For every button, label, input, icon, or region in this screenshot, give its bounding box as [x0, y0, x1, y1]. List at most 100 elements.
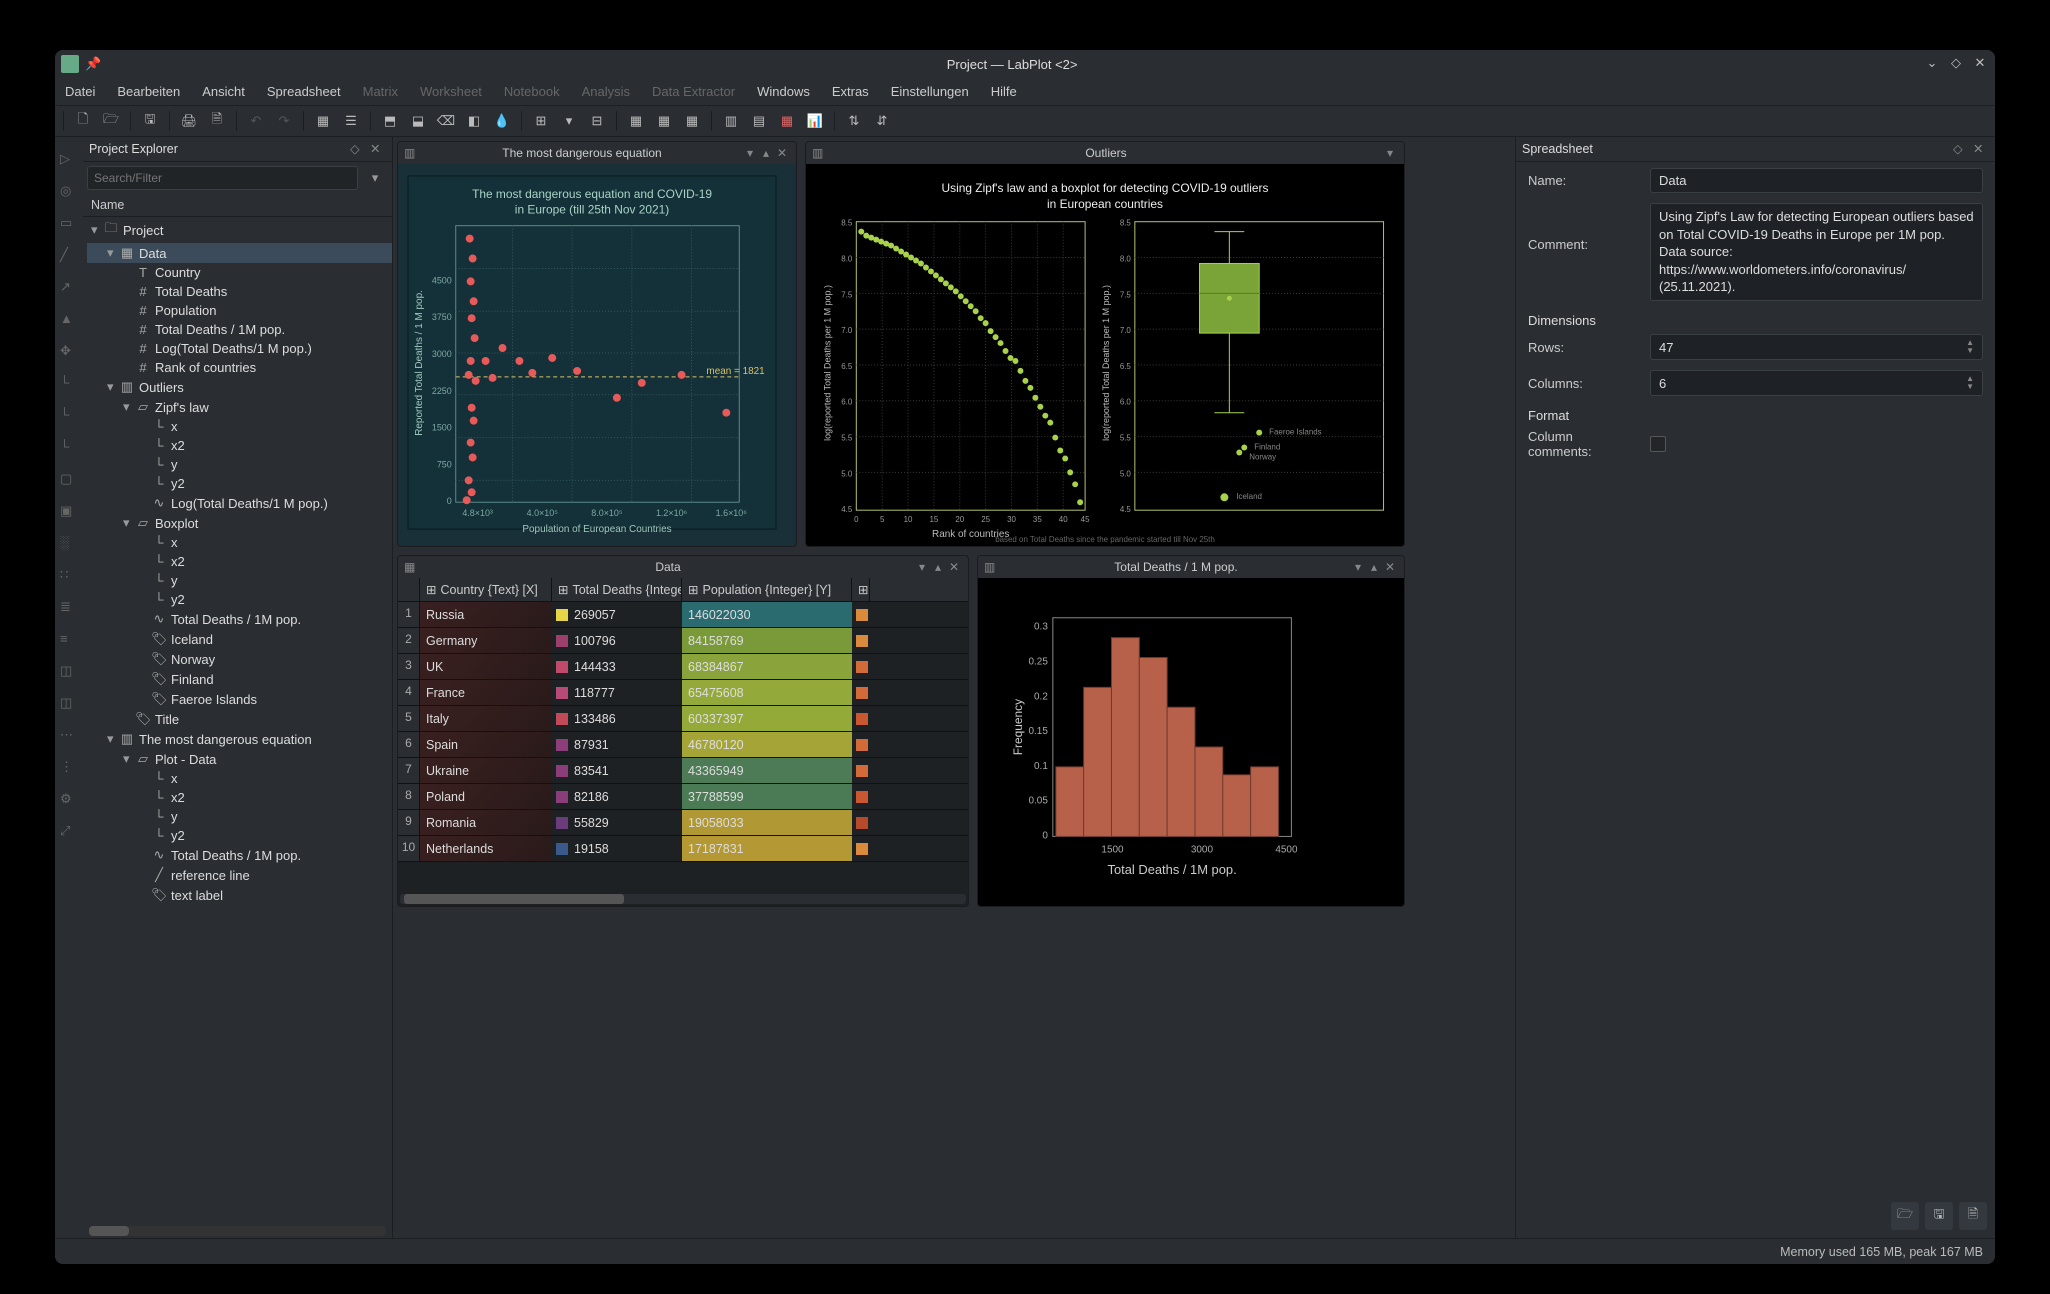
table-row[interactable]: 7Ukraine8354143365949: [398, 758, 968, 784]
delete-row-icon[interactable]: ⌫: [433, 108, 459, 134]
misc3-icon[interactable]: ⋯: [60, 727, 78, 745]
pin-icon[interactable]: 📌: [85, 56, 101, 72]
chart-arrow-icon[interactable]: ↗: [60, 279, 78, 297]
tree-item[interactable]: TCountry: [87, 263, 392, 282]
tree-item[interactable]: ▾▱Zipf's law: [87, 397, 392, 417]
menu-hilfe[interactable]: Hilfe: [987, 82, 1021, 101]
explorer-undock-icon[interactable]: ◇: [350, 141, 366, 157]
maximize-button[interactable]: ◇: [1947, 55, 1965, 73]
table-row[interactable]: 9Romania5582919058033: [398, 810, 968, 836]
tree-item[interactable]: ▾🗀Project: [87, 217, 392, 243]
tree-item[interactable]: #Total Deaths / 1M pop.: [87, 320, 392, 339]
list-view-icon[interactable]: ☰: [338, 108, 364, 134]
tree-item[interactable]: #Total Deaths: [87, 282, 392, 301]
subwin-min-icon[interactable]: ▾: [1350, 560, 1366, 574]
tree-item[interactable]: └y2: [87, 590, 392, 609]
menu-notebook[interactable]: Notebook: [500, 82, 564, 101]
comment-input[interactable]: [1650, 203, 1983, 301]
menu-ansicht[interactable]: Ansicht: [198, 82, 249, 101]
insert-above-icon[interactable]: ⬒: [377, 108, 403, 134]
remove-col-icon[interactable]: ⊟: [584, 108, 610, 134]
tree-item[interactable]: ▾▦Data: [87, 243, 392, 263]
chart-line-icon[interactable]: ╱: [60, 247, 78, 265]
tree-item[interactable]: ▾▱Plot - Data: [87, 749, 392, 769]
tree-item[interactable]: ∿Total Deaths / 1M pop.: [87, 845, 392, 865]
subwin-min-icon[interactable]: ▾: [1382, 146, 1398, 160]
tree-item[interactable]: └y2: [87, 474, 392, 493]
data-table[interactable]: ⊞Country {Text} [X] ⊞Total Deaths {Integ…: [398, 578, 968, 906]
insert-below-icon[interactable]: ⬓: [405, 108, 431, 134]
table-row[interactable]: 8Poland8218637788599: [398, 784, 968, 810]
box1-icon[interactable]: ▢: [60, 471, 78, 489]
print-preview-icon[interactable]: 🗎: [204, 108, 230, 134]
misc6-icon[interactable]: ⤢: [60, 823, 78, 841]
grid-view-icon[interactable]: ▦: [310, 108, 336, 134]
subwin-min-icon[interactable]: ▾: [742, 146, 758, 160]
tree-item[interactable]: ▾▥Outliers: [87, 377, 392, 397]
table-row[interactable]: 2Germany10079684158769: [398, 628, 968, 654]
table-row[interactable]: 6Spain8793146780120: [398, 732, 968, 758]
misc5-icon[interactable]: ⚙: [60, 791, 78, 809]
tree-item[interactable]: └y2: [87, 826, 392, 845]
tree-item[interactable]: └x: [87, 417, 392, 436]
menu-analysis[interactable]: Analysis: [578, 82, 634, 101]
tree-item[interactable]: 🏷Finland: [87, 669, 392, 689]
cols-input[interactable]: 6▲▼: [1650, 370, 1983, 396]
menu-worksheet[interactable]: Worksheet: [416, 82, 486, 101]
redo-icon[interactable]: ↷: [271, 108, 297, 134]
table-row[interactable]: 1Russia269057146022030: [398, 602, 968, 628]
print-icon[interactable]: 🖨: [176, 108, 202, 134]
undo-icon[interactable]: ↶: [243, 108, 269, 134]
menu-spreadsheet[interactable]: Spreadsheet: [263, 82, 345, 101]
caret-down-icon[interactable]: ▾: [556, 108, 582, 134]
subwin-close-icon[interactable]: ✕: [946, 560, 962, 574]
tree-item[interactable]: └y: [87, 571, 392, 590]
subwin-max-icon[interactable]: ▴: [1366, 560, 1382, 574]
save-template-icon[interactable]: 🖫: [1925, 1202, 1953, 1230]
close-button[interactable]: ✕: [1971, 55, 1989, 73]
drop-icon[interactable]: 💧: [489, 108, 515, 134]
cursor-icon[interactable]: ✥: [60, 343, 78, 361]
props-undock-icon[interactable]: ◇: [1953, 141, 1969, 157]
open-icon[interactable]: 🗁: [98, 108, 124, 134]
menu-bearbeiten[interactable]: Bearbeiten: [113, 82, 184, 101]
sort-desc-icon[interactable]: ⇵: [869, 108, 895, 134]
add-col-icon[interactable]: ⊞: [528, 108, 554, 134]
tree-item[interactable]: ▾▥The most dangerous equation: [87, 729, 392, 749]
tree-item[interactable]: #Rank of countries: [87, 358, 392, 377]
dots-icon[interactable]: ∷: [60, 567, 78, 585]
tree-item[interactable]: #Population: [87, 301, 392, 320]
subwin-max-icon[interactable]: ▴: [758, 146, 774, 160]
explorer-col-header[interactable]: Name: [83, 194, 392, 217]
box2-icon[interactable]: ▣: [60, 503, 78, 521]
hruler-icon[interactable]: └: [60, 375, 78, 393]
plotA-icon[interactable]: ▥: [718, 108, 744, 134]
explorer-filter-icon[interactable]: ▾: [362, 166, 388, 190]
misc2-icon[interactable]: ◫: [60, 695, 78, 713]
tree-item[interactable]: └y: [87, 807, 392, 826]
save-icon[interactable]: 🖫: [137, 108, 163, 134]
new-icon[interactable]: 🗋: [70, 108, 96, 134]
save-default-icon[interactable]: 🗎: [1959, 1202, 1987, 1230]
colcomments-checkbox[interactable]: [1650, 436, 1666, 452]
barchart-icon[interactable]: 📊: [802, 108, 828, 134]
explorer-tree[interactable]: ▾🗀Project▾▦DataTCountry#Total Deaths#Pop…: [83, 217, 392, 1224]
name-input[interactable]: [1650, 168, 1983, 193]
tree-item[interactable]: ▾▱Boxplot: [87, 513, 392, 533]
load-template-icon[interactable]: 🗁: [1891, 1202, 1919, 1230]
rows-input[interactable]: 47▲▼: [1650, 334, 1983, 360]
table-row[interactable]: 4France11877765475608: [398, 680, 968, 706]
menu-matrix[interactable]: Matrix: [359, 82, 402, 101]
tree-item[interactable]: 🏷Iceland: [87, 629, 392, 649]
tree-item[interactable]: ∿Log(Total Deaths/1 M pop.): [87, 493, 392, 513]
tree-item[interactable]: 🏷Norway: [87, 649, 392, 669]
tree-item[interactable]: 🏷Faeroe Islands: [87, 689, 392, 709]
subwin-close-icon[interactable]: ✕: [1382, 560, 1398, 574]
plotC-icon[interactable]: ▦: [774, 108, 800, 134]
mask-icon[interactable]: ◧: [461, 108, 487, 134]
menu-datei[interactable]: Datei: [61, 82, 99, 101]
fit-icon[interactable]: ◎: [60, 183, 78, 201]
plotB-icon[interactable]: ▤: [746, 108, 772, 134]
tree-item[interactable]: ╱reference line: [87, 865, 392, 885]
table-row[interactable]: 5Italy13348660337397: [398, 706, 968, 732]
